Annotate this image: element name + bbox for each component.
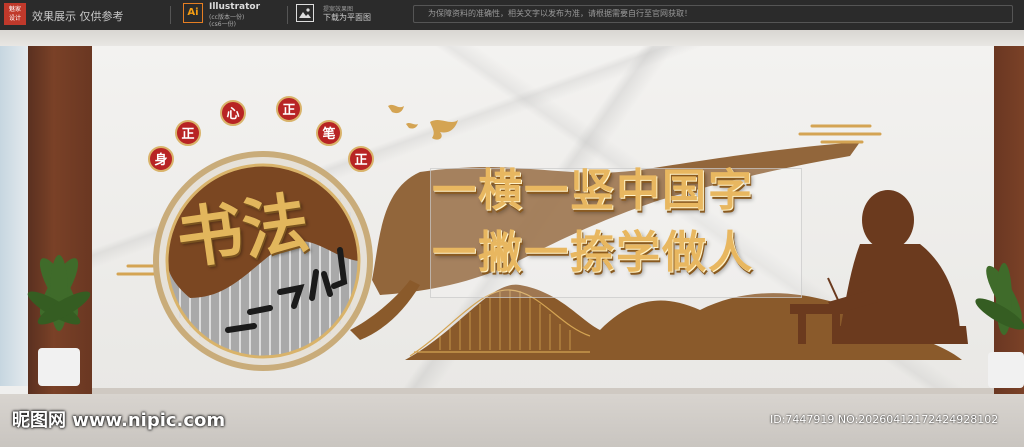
illustrator-file-icon[interactable]: Ai xyxy=(183,3,203,23)
image-id-text: ID:7447919 NO:20260412172424928102 xyxy=(770,413,999,426)
ring-character-3: 心 xyxy=(220,100,246,126)
illustrator-label: Illustrator xyxy=(209,2,261,12)
toolbar-divider xyxy=(287,6,288,24)
ring-character-2: 正 xyxy=(175,120,201,146)
ring-character-1: 身 xyxy=(148,146,174,172)
preview-disclaimer: 效果展示 仅供参考 xyxy=(32,10,124,23)
image-file-icon[interactable] xyxy=(296,4,314,22)
headline-line-2: 一撇一捺学做人 xyxy=(432,227,754,278)
brand-logo-line2: 设计 xyxy=(8,15,21,22)
ring-character-5: 笔 xyxy=(316,120,342,146)
illustrator-version-cs6: (cs6一份) xyxy=(209,21,236,28)
brush-stroke-marks-icon xyxy=(225,247,348,333)
brand-logo-line1: 魅家 xyxy=(8,6,21,13)
image-glyph-icon xyxy=(299,8,311,18)
image-caption: 下载为平面图 xyxy=(323,13,371,22)
ring-character-4: 正 xyxy=(276,96,302,122)
toolbar-divider xyxy=(170,6,171,24)
ring-character-6: 正 xyxy=(348,146,374,172)
top-toolbar: 魅家 设计 效果展示 仅供参考 Ai Illustrator (cc版本一份) … xyxy=(0,0,1024,30)
notice-bar: 为保障资料的准确性，相关文字以发布为准，请根据需要自行至官网获取！ xyxy=(413,5,1013,23)
brand-logo: 魅家 设计 xyxy=(4,3,26,25)
calligraphy-medallion: 书法 xyxy=(150,148,376,374)
site-watermark: 昵图网 www.nipic.com xyxy=(12,410,226,431)
wall-render-scene: 书法 身 正 心 正 笔 正 一横一竖中国字 一撇一捺学做人 昵图网 www.n… xyxy=(0,30,1024,447)
headline-line-1: 一横一竖中国字 xyxy=(432,165,754,216)
